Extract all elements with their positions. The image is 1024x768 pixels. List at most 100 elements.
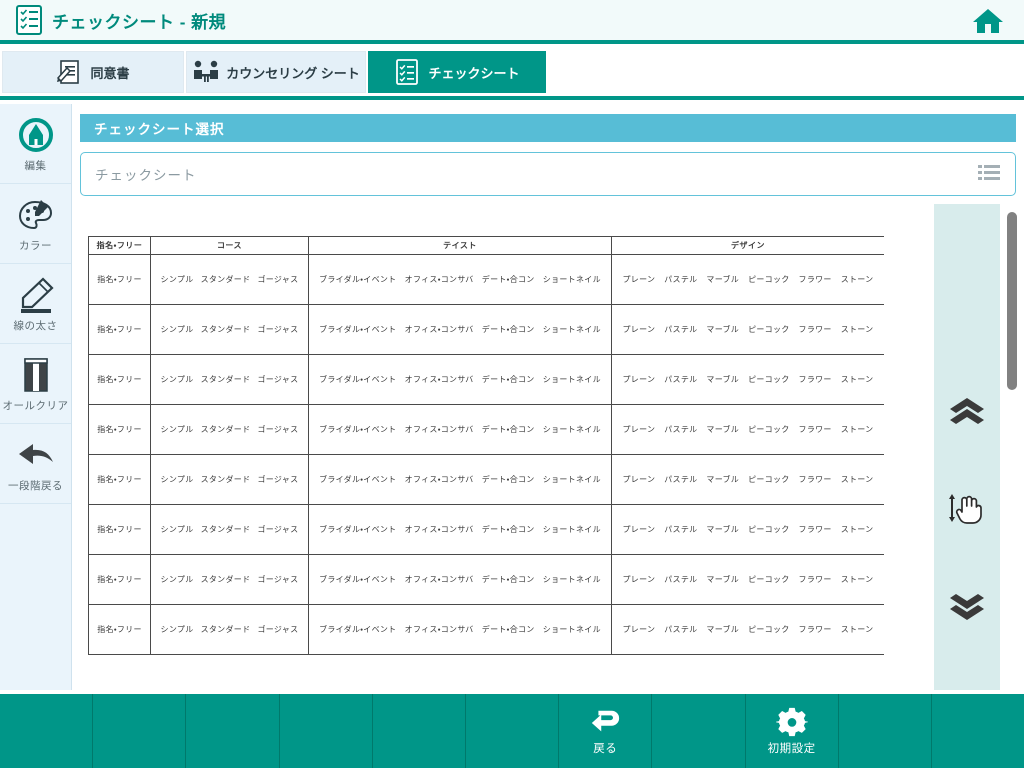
option-label[interactable]: スタンダード bbox=[201, 574, 251, 585]
option-label[interactable]: パステル bbox=[664, 374, 697, 385]
table-cell[interactable]: 指名・フリー bbox=[88, 354, 151, 405]
option-label[interactable]: ストーン bbox=[841, 474, 874, 485]
table-row[interactable]: 指名・フリー シンプル スタンダード ゴージャス ブライダル・イベント オフィス・コンサバ… bbox=[88, 254, 884, 305]
option-label[interactable]: プレーン bbox=[622, 574, 655, 585]
option-label[interactable]: フラワー bbox=[799, 274, 832, 285]
option-label[interactable]: 指名・フリー bbox=[97, 374, 142, 385]
table-cell[interactable]: プレーン パステル マーブル ピーコック フラワー ストーン bbox=[611, 604, 884, 655]
option-label[interactable]: プレーン bbox=[622, 424, 655, 435]
option-label[interactable]: ゴージャス bbox=[257, 324, 298, 335]
option-label[interactable]: ショートネイル bbox=[543, 574, 601, 585]
option-label[interactable]: プレーン bbox=[622, 624, 655, 635]
option-label[interactable]: ショートネイル bbox=[543, 474, 601, 485]
table-cell[interactable]: シンプル スタンダード ゴージャス bbox=[150, 604, 309, 655]
option-label[interactable]: ストーン bbox=[841, 324, 874, 335]
option-label[interactable]: マーブル bbox=[706, 374, 739, 385]
scrollbar-thumb[interactable] bbox=[1007, 212, 1017, 390]
home-icon[interactable] bbox=[966, 4, 1010, 38]
table-cell[interactable]: プレーン パステル マーブル ピーコック フラワー ストーン bbox=[611, 454, 884, 505]
option-label[interactable]: ピーコック bbox=[748, 624, 790, 635]
back-button[interactable]: 戻る bbox=[559, 694, 653, 768]
table-cell[interactable]: シンプル スタンダード ゴージャス bbox=[150, 504, 309, 555]
option-label[interactable]: ブライダル・イベント bbox=[319, 374, 396, 385]
option-label[interactable]: オフィス・コンサバ bbox=[405, 424, 474, 435]
option-label[interactable]: ゴージャス bbox=[257, 474, 298, 485]
sidebar-item-all-clear[interactable]: オールクリア bbox=[0, 344, 71, 424]
scroll-down-button[interactable] bbox=[945, 590, 989, 626]
option-label[interactable]: プレーン bbox=[622, 474, 655, 485]
option-label[interactable]: オフィス・コンサバ bbox=[405, 624, 474, 635]
option-label[interactable]: ストーン bbox=[841, 624, 874, 635]
option-label[interactable]: パステル bbox=[664, 624, 697, 635]
option-label[interactable]: デート・合コン bbox=[482, 374, 535, 385]
option-label[interactable]: ストーン bbox=[841, 274, 874, 285]
option-label[interactable]: パステル bbox=[664, 524, 697, 535]
option-label[interactable]: パステル bbox=[664, 324, 697, 335]
option-label[interactable]: マーブル bbox=[706, 524, 739, 535]
option-label[interactable]: スタンダード bbox=[201, 324, 251, 335]
table-cell[interactable]: ブライダル・イベント オフィス・コンサバ デート・合コン ショートネイル bbox=[308, 454, 612, 505]
table-cell[interactable]: 指名・フリー bbox=[88, 604, 151, 655]
option-label[interactable]: マーブル bbox=[706, 624, 739, 635]
option-label[interactable]: スタンダード bbox=[201, 374, 251, 385]
option-label[interactable]: フラワー bbox=[799, 424, 832, 435]
option-label[interactable]: フラワー bbox=[799, 474, 832, 485]
table-cell[interactable]: プレーン パステル マーブル ピーコック フラワー ストーン bbox=[611, 404, 884, 455]
option-label[interactable]: ショートネイル bbox=[543, 324, 601, 335]
option-label[interactable]: シンプル bbox=[161, 324, 194, 335]
option-label[interactable]: シンプル bbox=[161, 274, 194, 285]
option-label[interactable]: ゴージャス bbox=[257, 574, 298, 585]
drag-scroll-handle[interactable] bbox=[945, 490, 989, 526]
option-label[interactable]: デート・合コン bbox=[482, 574, 535, 585]
option-label[interactable]: スタンダード bbox=[201, 424, 251, 435]
option-label[interactable]: ブライダル・イベント bbox=[319, 574, 396, 585]
option-label[interactable]: ゴージャス bbox=[257, 524, 298, 535]
option-label[interactable]: マーブル bbox=[706, 274, 739, 285]
option-label[interactable]: オフィス・コンサバ bbox=[405, 524, 474, 535]
option-label[interactable]: オフィス・コンサバ bbox=[405, 374, 474, 385]
table-cell[interactable]: プレーン パステル マーブル ピーコック フラワー ストーン bbox=[611, 254, 884, 305]
table-cell[interactable]: プレーン パステル マーブル ピーコック フラワー ストーン bbox=[611, 304, 884, 355]
list-icon[interactable] bbox=[977, 162, 1001, 186]
option-label[interactable]: 指名・フリー bbox=[97, 524, 142, 535]
option-label[interactable]: 指名・フリー bbox=[97, 574, 142, 585]
table-cell[interactable]: 指名・フリー bbox=[88, 254, 151, 305]
option-label[interactable]: シンプル bbox=[161, 524, 194, 535]
option-label[interactable]: ブライダル・イベント bbox=[319, 474, 396, 485]
table-cell[interactable]: 指名・フリー bbox=[88, 554, 151, 605]
option-label[interactable]: プレーン bbox=[622, 324, 655, 335]
table-row[interactable]: 指名・フリー シンプル スタンダード ゴージャス ブライダル・イベント オフィス・コンサバ… bbox=[88, 354, 884, 405]
option-label[interactable]: マーブル bbox=[706, 424, 739, 435]
option-label[interactable]: ストーン bbox=[841, 374, 874, 385]
option-label[interactable]: シンプル bbox=[161, 574, 194, 585]
option-label[interactable]: ブライダル・イベント bbox=[319, 624, 396, 635]
option-label[interactable]: ブライダル・イベント bbox=[319, 324, 396, 335]
option-label[interactable]: ストーン bbox=[841, 424, 874, 435]
table-cell[interactable]: ブライダル・イベント オフィス・コンサバ デート・合コン ショートネイル bbox=[308, 604, 612, 655]
table-row[interactable]: 指名・フリー シンプル スタンダード ゴージャス ブライダル・イベント オフィス・コンサバ… bbox=[88, 554, 884, 605]
option-label[interactable]: 指名・フリー bbox=[97, 624, 142, 635]
option-label[interactable]: ストーン bbox=[841, 574, 874, 585]
option-label[interactable]: 指名・フリー bbox=[97, 424, 142, 435]
option-label[interactable]: プレーン bbox=[622, 274, 655, 285]
option-label[interactable]: スタンダード bbox=[201, 524, 251, 535]
table-cell[interactable]: ブライダル・イベント オフィス・コンサバ デート・合コン ショートネイル bbox=[308, 404, 612, 455]
option-label[interactable]: ピーコック bbox=[748, 324, 790, 335]
option-label[interactable]: オフィス・コンサバ bbox=[405, 574, 474, 585]
option-label[interactable]: オフィス・コンサバ bbox=[405, 324, 474, 335]
option-label[interactable]: ブライダル・イベント bbox=[319, 524, 396, 535]
option-label[interactable]: マーブル bbox=[706, 574, 739, 585]
option-label[interactable]: ゴージャス bbox=[257, 624, 298, 635]
option-label[interactable]: ゴージャス bbox=[257, 274, 298, 285]
option-label[interactable]: ピーコック bbox=[748, 524, 790, 535]
table-row[interactable]: 指名・フリー シンプル スタンダード ゴージャス ブライダル・イベント オフィス・コンサバ… bbox=[88, 304, 884, 355]
option-label[interactable]: デート・合コン bbox=[482, 274, 535, 285]
table-cell[interactable]: シンプル スタンダード ゴージャス bbox=[150, 354, 309, 405]
option-label[interactable]: オフィス・コンサバ bbox=[405, 474, 474, 485]
table-cell[interactable]: ブライダル・イベント オフィス・コンサバ デート・合コン ショートネイル bbox=[308, 304, 612, 355]
tab-checksheet[interactable]: チェックシート bbox=[368, 51, 546, 93]
option-label[interactable]: スタンダード bbox=[201, 624, 251, 635]
table-cell[interactable]: プレーン パステル マーブル ピーコック フラワー ストーン bbox=[611, 354, 884, 405]
option-label[interactable]: オフィス・コンサバ bbox=[405, 274, 474, 285]
option-label[interactable]: パステル bbox=[664, 574, 697, 585]
